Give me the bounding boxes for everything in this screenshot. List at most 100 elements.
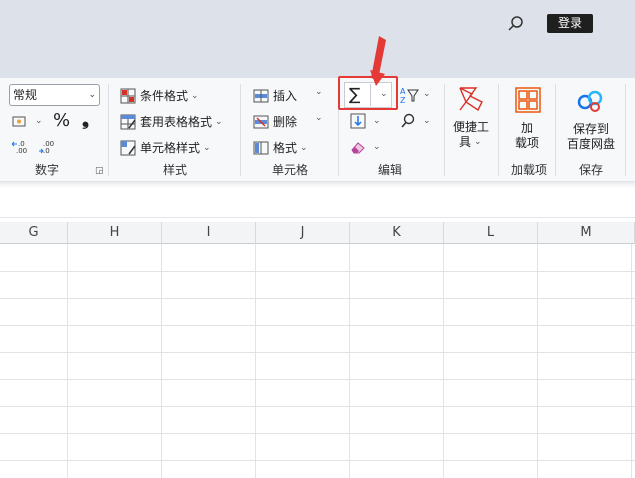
number-format-select[interactable]: 常规 ⌄ bbox=[9, 84, 100, 106]
insert-cells-label: 插入 bbox=[273, 89, 298, 103]
search-icon[interactable] bbox=[506, 14, 526, 34]
delete-cells-icon bbox=[253, 114, 269, 130]
chevron-down-icon[interactable]: ⌄ bbox=[312, 113, 323, 123]
number-dialog-launcher-icon[interactable]: ◲ bbox=[95, 166, 104, 176]
group-divider bbox=[498, 84, 499, 176]
format-cells-icon bbox=[253, 140, 269, 156]
increase-decimal-icon: .0.00 bbox=[11, 138, 28, 155]
svg-text:.0: .0 bbox=[43, 147, 50, 154]
grid-line bbox=[0, 379, 635, 380]
quick-tools-label-line2[interactable]: 具 ⌄ bbox=[459, 133, 482, 150]
svg-text:A: A bbox=[400, 87, 406, 96]
cell-style-icon bbox=[120, 140, 136, 156]
chevron-down-icon: ⌄ bbox=[191, 90, 199, 101]
styles-group-label: 样式 bbox=[162, 163, 187, 177]
percent-button[interactable]: % bbox=[53, 110, 70, 131]
delete-cells-button[interactable]: 删除 bbox=[253, 113, 297, 130]
grid-line bbox=[0, 352, 635, 353]
delete-cells-label: 删除 bbox=[273, 115, 298, 129]
find-select-button[interactable]: ⌄ bbox=[400, 113, 431, 129]
column-headers: G H I J K L M bbox=[0, 222, 635, 244]
insert-cells-icon bbox=[253, 88, 269, 104]
increase-decimal-button[interactable]: .0.00 bbox=[11, 138, 32, 155]
sort-filter-button[interactable]: AZ ⌄ bbox=[400, 86, 431, 105]
save-group-label: 保存 bbox=[578, 163, 603, 177]
formula-bar[interactable] bbox=[0, 188, 635, 218]
column-header-l[interactable]: L bbox=[444, 222, 538, 244]
find-icon bbox=[400, 113, 416, 129]
conditional-format-label: 条件格式 bbox=[140, 89, 189, 103]
chevron-down-icon: ⌄ bbox=[373, 142, 381, 152]
login-button[interactable]: 登录 bbox=[547, 14, 593, 33]
comma-icon: ❟ bbox=[82, 109, 90, 130]
column-header-h[interactable]: H bbox=[68, 222, 162, 244]
grid-line bbox=[255, 244, 256, 478]
group-divider bbox=[240, 84, 241, 176]
title-bar bbox=[0, 0, 635, 78]
grid-line bbox=[0, 298, 635, 299]
grid-line bbox=[0, 325, 635, 326]
group-divider bbox=[108, 84, 109, 176]
group-divider bbox=[444, 84, 445, 176]
insert-cells-button[interactable]: 插入 bbox=[253, 87, 297, 104]
svg-text:Z: Z bbox=[400, 96, 406, 104]
format-as-table-label: 套用表格格式 bbox=[140, 115, 213, 129]
chevron-down-icon: ⌄ bbox=[423, 116, 431, 126]
grid-line bbox=[537, 244, 538, 478]
column-header-i[interactable]: I bbox=[162, 222, 256, 244]
comma-style-button[interactable]: ❟ bbox=[82, 109, 89, 130]
cell-styles-label: 单元格样式 bbox=[140, 141, 201, 155]
annotation-arrow-icon bbox=[370, 36, 386, 86]
conditional-format-icon bbox=[120, 88, 136, 104]
column-header-g[interactable]: G bbox=[0, 222, 68, 244]
number-group-label: 数字 bbox=[34, 163, 59, 177]
chevron-down-icon: ⌄ bbox=[88, 90, 96, 100]
cell-grid[interactable] bbox=[0, 244, 635, 478]
number-format-value: 常规 bbox=[13, 88, 38, 102]
fill-down-icon bbox=[350, 113, 366, 129]
decrease-decimal-button[interactable]: .00.0 bbox=[38, 138, 58, 155]
save-to-baidu-label-line2[interactable]: 百度网盘 bbox=[567, 135, 615, 152]
currency-icon bbox=[12, 113, 28, 129]
chevron-down-icon: ⌄ bbox=[35, 116, 43, 126]
grid-line bbox=[0, 271, 635, 272]
baidu-netdisk-icon[interactable] bbox=[577, 88, 605, 112]
addins-icon[interactable] bbox=[514, 86, 542, 114]
format-as-table-button[interactable]: 套用表格格式 ⌄ bbox=[120, 113, 223, 130]
format-cells-label: 格式 bbox=[273, 141, 298, 155]
chevron-down-icon: ⌄ bbox=[423, 89, 431, 99]
clear-button[interactable]: ⌄ bbox=[350, 139, 381, 155]
chevron-down-icon[interactable]: ⌄ bbox=[312, 87, 323, 97]
svg-text:.00: .00 bbox=[16, 147, 27, 154]
eraser-icon bbox=[350, 139, 366, 155]
column-header-j[interactable]: J bbox=[256, 222, 350, 244]
addins-button-label-line2[interactable]: 载项 bbox=[515, 134, 539, 151]
sort-filter-icon: AZ bbox=[400, 86, 419, 105]
conditional-format-button[interactable]: 条件格式 ⌄ bbox=[120, 87, 199, 104]
grid-line bbox=[67, 244, 68, 478]
column-header-m[interactable]: M bbox=[538, 222, 635, 244]
grid-line bbox=[161, 244, 162, 478]
format-cells-button[interactable]: 格式 ⌄ bbox=[253, 139, 308, 156]
grid-line bbox=[0, 433, 635, 434]
addins-group-label: 加载项 bbox=[510, 163, 547, 177]
column-header-k[interactable]: K bbox=[350, 222, 444, 244]
grid-line bbox=[631, 244, 632, 478]
chevron-down-icon: ⌄ bbox=[203, 142, 211, 153]
grid-line bbox=[0, 460, 635, 461]
grid-line bbox=[443, 244, 444, 478]
quick-tools-icon[interactable] bbox=[456, 84, 486, 114]
table-style-icon bbox=[120, 114, 136, 130]
group-divider bbox=[625, 84, 626, 176]
percent-icon: % bbox=[53, 110, 71, 131]
chevron-down-icon: ⌄ bbox=[373, 116, 381, 126]
edit-group-label: 编辑 bbox=[377, 163, 402, 177]
decrease-decimal-icon: .00.0 bbox=[38, 138, 54, 155]
fill-button[interactable]: ⌄ bbox=[350, 113, 381, 129]
cells-group-label: 单元格 bbox=[271, 163, 308, 177]
chevron-down-icon: ⌄ bbox=[474, 136, 482, 147]
cell-styles-button[interactable]: 单元格样式 ⌄ bbox=[120, 139, 211, 156]
grid-line bbox=[349, 244, 350, 478]
currency-format-button[interactable]: ⌄ bbox=[12, 113, 43, 129]
grid-line bbox=[0, 406, 635, 407]
